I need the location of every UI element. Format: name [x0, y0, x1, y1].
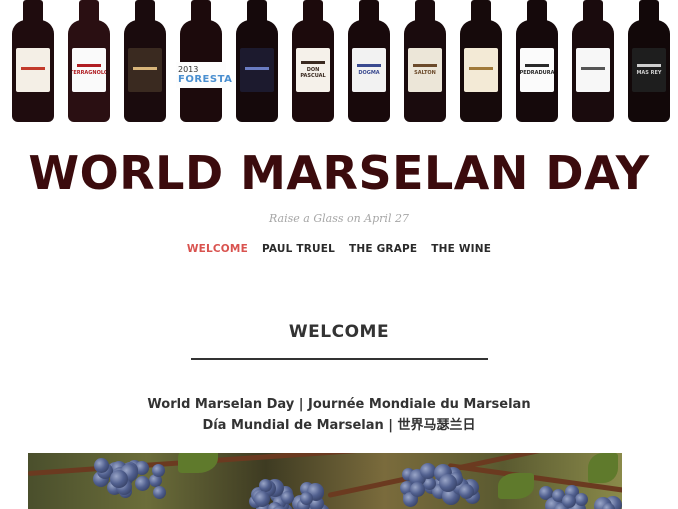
grape-berry	[439, 474, 457, 492]
nav-item-the-grape[interactable]: THE GRAPE	[349, 243, 417, 255]
grape-berry	[300, 492, 313, 505]
bottle-1	[10, 0, 56, 124]
grape-berry	[575, 493, 588, 506]
bottle-label: SALTON	[408, 48, 442, 92]
grape-berry	[602, 503, 615, 509]
bottle-label	[128, 48, 162, 92]
bottle-label-text: SALTON	[414, 70, 436, 76]
grape-berry	[152, 464, 165, 477]
intro-line-2: Día Mundial de Marselan | 世界马瑟兰日	[202, 418, 476, 433]
site-tagline: Raise a Glass on April 27	[269, 212, 409, 225]
grape-berry	[281, 491, 294, 504]
bottle-label	[16, 48, 50, 92]
bottle-label	[464, 48, 498, 92]
bottle-3	[122, 0, 168, 124]
bottle-5	[234, 0, 280, 124]
bottle-label-text: MAS REY	[636, 70, 662, 76]
bottle-label	[240, 48, 274, 92]
grape-berry	[410, 482, 425, 497]
grape-berry	[153, 486, 166, 499]
welcome-intro: World Marselan Day | Journée Mondiale du…	[0, 394, 678, 436]
grape-berry	[459, 484, 474, 499]
bottle-11	[570, 0, 616, 124]
label-stripe	[77, 64, 101, 67]
bottle-pedradura: PEDRADURA	[514, 0, 560, 124]
grape-berry	[254, 491, 270, 507]
vine-leaf	[588, 453, 618, 483]
label-stripe	[525, 64, 549, 67]
label-stripe	[469, 67, 493, 70]
bottle-dogma: DOGMA	[346, 0, 392, 124]
label-stripe	[357, 64, 381, 67]
bottle-foresta: 2013 FORESTA	[176, 0, 232, 124]
intro-line-1: World Marselan Day | Journée Mondiale du…	[147, 397, 531, 412]
bottle-mas-rey: MAS REY	[626, 0, 672, 124]
label-stripe	[637, 64, 661, 67]
bottle-label-text: TERRAGNOLO	[72, 70, 106, 76]
bottle-label-text: FORESTA	[178, 74, 233, 85]
bottle-year: 2013	[178, 65, 199, 74]
bottle-label-text: PEDRADURA	[520, 70, 554, 76]
welcome-heading: WELCOME	[288, 322, 390, 342]
bottle-label-text: DON PASCUAL	[300, 67, 326, 79]
label-stripe	[413, 64, 437, 67]
nav-item-paul-truel[interactable]: PAUL TRUEL	[262, 243, 335, 255]
main-nav: WELCOME PAUL TRUEL THE GRAPE THE WINE	[0, 243, 678, 255]
label-stripe	[301, 61, 325, 64]
grape-berry	[562, 494, 576, 508]
bottle-label: DON PASCUAL	[296, 48, 330, 92]
bottle-label: MAS REY	[632, 48, 666, 92]
vine-leaf	[178, 453, 218, 473]
nav-item-welcome[interactable]: WELCOME	[187, 243, 248, 255]
label-stripe	[21, 67, 45, 70]
bottle-salton: SALTON	[402, 0, 448, 124]
bottle-9	[458, 0, 504, 124]
vine-leaf	[498, 473, 534, 499]
bottle-label	[576, 48, 610, 92]
site-title[interactable]: WORLD MARSELAN DAY	[0, 146, 678, 200]
nav-item-the-wine[interactable]: THE WINE	[431, 243, 491, 255]
bottle-label-text: DOGMA	[358, 70, 380, 76]
label-stripe	[133, 67, 157, 70]
grape-berry	[110, 470, 128, 488]
bottle-label: TERRAGNOLO	[72, 48, 106, 92]
bottle-don-pascual: DON PASCUAL	[290, 0, 336, 124]
label-stripe	[581, 67, 605, 70]
bottle-label: PEDRADURA	[520, 48, 554, 92]
grapes-photo	[28, 453, 622, 509]
label-stripe	[245, 67, 269, 70]
bottle-label: DOGMA	[352, 48, 386, 92]
bottle-terragnolo: TERRAGNOLO	[66, 0, 112, 124]
grape-berry	[135, 476, 150, 491]
grape-berry	[94, 458, 109, 473]
bottle-label: 2013 FORESTA	[176, 62, 232, 88]
heading-divider	[191, 358, 488, 360]
wine-bottles-banner: TERRAGNOLO 2013FORESTA DON PASCUAL DOGMA SAL…	[0, 0, 678, 130]
